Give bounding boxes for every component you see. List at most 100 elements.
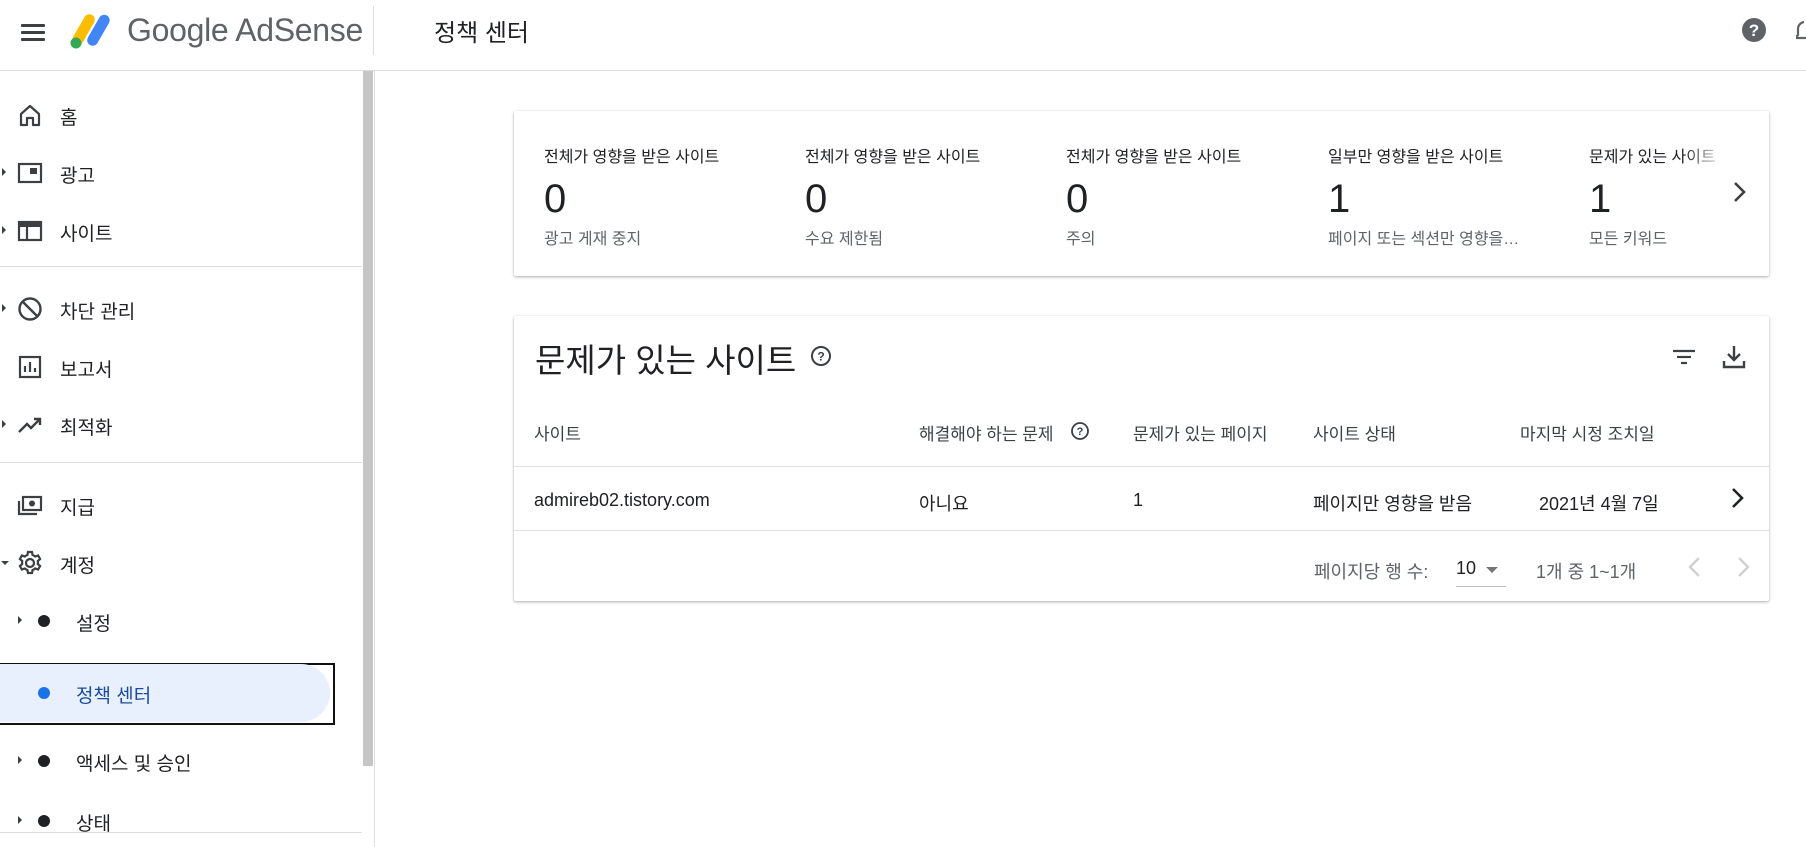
sidebar-divider (0, 266, 362, 267)
cell-site: admireb02.tistory.com (534, 490, 710, 510)
sidebar-subitem-policy-center[interactable]: 정책 센터 (0, 664, 330, 722)
cell-must-fix: 아니요 (919, 494, 969, 514)
sidebar-item-blocking[interactable]: 차단 관리 (0, 283, 362, 335)
bullet-icon (38, 615, 50, 627)
sidebar-subitem-settings[interactable]: 설정 (0, 595, 362, 647)
bullet-icon (38, 755, 50, 767)
stat-label: 전체가 영향을 받은 사이트 (1066, 149, 1242, 166)
stat-card[interactable]: 일부만 영향을 받은 사이트 1 페이지 또는 섹션만 영향을 받음 (1328, 143, 1568, 249)
sidebar-item-label: 최적화 (60, 418, 113, 439)
dropdown-arrow-icon (1486, 567, 1498, 573)
sidebar: 홈 광고 사이트 차단 관리 보고서 최적화 지급 계정 설정 정책 센터 액세… (0, 71, 375, 847)
sidebar-item-payments[interactable]: 지급 (0, 479, 362, 531)
sites-with-issues-card: 문제가 있는 사이트 ? 사이트 해결해야 하는 문제 ? 문제가 있는 페이지… (514, 316, 1769, 601)
stat-sub: 페이지 또는 섹션만 영향을 받음 (1328, 231, 1523, 248)
expand-caret-icon[interactable] (2, 420, 6, 428)
sidebar-item-label: 사이트 (60, 224, 113, 245)
sidebar-item-label: 보고서 (60, 360, 113, 381)
collapse-caret-icon[interactable] (1, 561, 9, 565)
stat-card[interactable]: 전체가 영향을 받은 사이트 0 광고 게재 중지 (544, 143, 784, 249)
expand-caret-icon[interactable] (2, 168, 6, 176)
block-icon (18, 297, 42, 321)
chevron-right-icon[interactable] (1724, 177, 1754, 207)
stat-sub: 광고 게재 중지 (544, 231, 642, 248)
page-title: 정책 센터 (434, 20, 529, 47)
chevron-right-icon[interactable] (1724, 483, 1752, 513)
ads-icon (17, 162, 43, 184)
column-header-site[interactable]: 사이트 (534, 420, 581, 445)
top-app-bar: Google AdSense 정책 센터 ? (0, 0, 1806, 71)
rows-per-page-select[interactable]: 10 (1456, 552, 1506, 587)
expand-caret-icon[interactable] (18, 616, 22, 624)
expand-caret-icon[interactable] (2, 226, 6, 234)
card-title: 문제가 있는 사이트 (535, 342, 797, 379)
sidebar-item-optimization[interactable]: 최적화 (0, 399, 362, 451)
filter-icon[interactable] (1669, 342, 1699, 372)
stat-label: 일부만 영향을 받은 사이트 (1328, 149, 1504, 166)
menu-icon[interactable] (18, 17, 48, 47)
help-icon[interactable]: ? (1741, 17, 1767, 43)
cell-status: 페이지만 영향을 받음 (1313, 494, 1473, 514)
stat-sub: 수요 제한됨 (805, 231, 884, 248)
sidebar-subitem-access[interactable]: 액세스 및 승인 (0, 735, 362, 787)
gear-icon (18, 550, 42, 575)
bullet-icon (38, 687, 50, 699)
header-divider (373, 6, 374, 55)
home-icon (19, 104, 41, 127)
sidebar-item-label: 지급 (60, 498, 95, 519)
notifications-icon[interactable] (1796, 17, 1806, 43)
sidebar-item-label: 홈 (60, 108, 78, 129)
chevron-left-icon[interactable] (1684, 552, 1708, 582)
sidebar-item-label: 광고 (60, 166, 95, 187)
stat-card[interactable]: 전체가 영향을 받은 사이트 0 수요 제한됨 (805, 143, 1045, 249)
sidebar-item-home[interactable]: 홈 (0, 89, 362, 141)
summary-card: 전체가 영향을 받은 사이트 0 광고 게재 중지 전체가 영향을 받은 사이트… (514, 111, 1769, 276)
help-outline-icon[interactable]: ? (810, 345, 832, 367)
sidebar-item-label: 액세스 및 승인 (76, 754, 192, 775)
sidebar-scrollbar[interactable] (363, 71, 373, 766)
expand-caret-icon[interactable] (18, 816, 22, 824)
sidebar-item-reports[interactable]: 보고서 (0, 341, 362, 393)
stat-value: 0 (544, 177, 567, 221)
sidebar-item-sites[interactable]: 사이트 (0, 205, 362, 257)
chevron-right-icon[interactable] (1730, 552, 1754, 582)
sites-icon (17, 220, 43, 242)
column-header-pages[interactable]: 문제가 있는 페이지 (1133, 420, 1268, 445)
reports-icon (18, 355, 42, 379)
expand-caret-icon[interactable] (18, 756, 22, 764)
svg-text:?: ? (817, 350, 824, 364)
cell-pages: 1 (1133, 490, 1144, 510)
trending-icon (18, 417, 42, 433)
stat-label: 전체가 영향을 받은 사이트 (544, 149, 720, 166)
stat-value: 0 (805, 177, 828, 221)
cell-last-action: 2021년 4월 7일 (1539, 494, 1659, 514)
sidebar-item-label: 정책 센터 (76, 686, 152, 707)
sidebar-divider (0, 462, 362, 463)
pagination-range: 1개 중 1~1개 (1536, 562, 1637, 582)
column-header-status[interactable]: 사이트 상태 (1313, 420, 1396, 445)
sidebar-divider (0, 832, 362, 833)
payments-icon (17, 495, 43, 516)
row-divider (514, 530, 1769, 531)
help-outline-icon[interactable]: ? (1070, 421, 1090, 441)
rows-per-page-label: 페이지당 행 수: (1314, 562, 1429, 582)
sidebar-item-label: 설정 (76, 614, 111, 635)
stat-value: 1 (1328, 177, 1351, 221)
sidebar-item-account[interactable]: 계정 (0, 537, 362, 589)
adsense-logo[interactable] (68, 10, 118, 50)
brand-name[interactable]: Google AdSense (127, 12, 363, 49)
stat-card[interactable]: 전체가 영향을 받은 사이트 0 주의 (1066, 143, 1306, 249)
sidebar-subitem-status[interactable]: 상태 (0, 795, 362, 847)
stat-sub: 주의 (1066, 231, 1096, 248)
column-header-last-action[interactable]: 마지막 시정 조치일 (1520, 420, 1655, 445)
svg-text:?: ? (1077, 426, 1084, 438)
column-header-must-fix[interactable]: 해결해야 하는 문제 (919, 420, 1054, 445)
stat-label: 전체가 영향을 받은 사이트 (805, 149, 981, 166)
row-divider (514, 466, 1769, 467)
sidebar-item-label: 차단 관리 (60, 302, 136, 323)
sidebar-item-label: 계정 (60, 556, 95, 577)
sidebar-item-ads[interactable]: 광고 (0, 147, 362, 199)
expand-caret-icon[interactable] (2, 304, 6, 312)
download-icon[interactable] (1719, 342, 1749, 372)
rows-per-page-value: 10 (1456, 558, 1477, 578)
